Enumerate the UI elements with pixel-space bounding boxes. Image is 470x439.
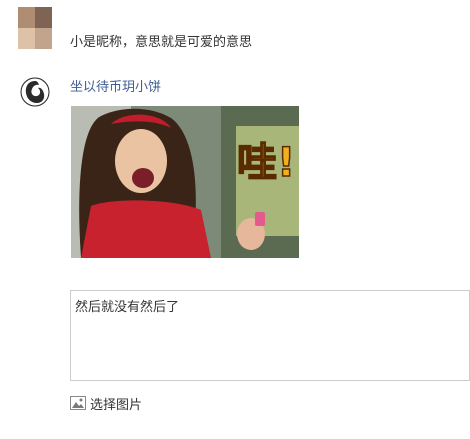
previous-comment-text: 小是昵称，意思就是可爱的意思 — [70, 35, 253, 50]
choose-image-button[interactable]: 选择图片 — [70, 394, 143, 413]
image-icon — [70, 396, 86, 410]
image-overlay-text: 哇! — [237, 140, 295, 186]
reply-textarea[interactable]: 然后就没有然后了 — [70, 290, 470, 381]
username-link[interactable]: 坐以待币玥小饼 — [70, 76, 161, 95]
previous-comment-avatar[interactable] — [18, 7, 52, 49]
choose-image-label: 选择图片 — [90, 397, 143, 413]
user-avatar[interactable] — [20, 77, 50, 107]
reply-input-value[interactable]: 然后就没有然后了 — [75, 296, 179, 315]
post-image[interactable]: 哇! — [71, 106, 299, 258]
